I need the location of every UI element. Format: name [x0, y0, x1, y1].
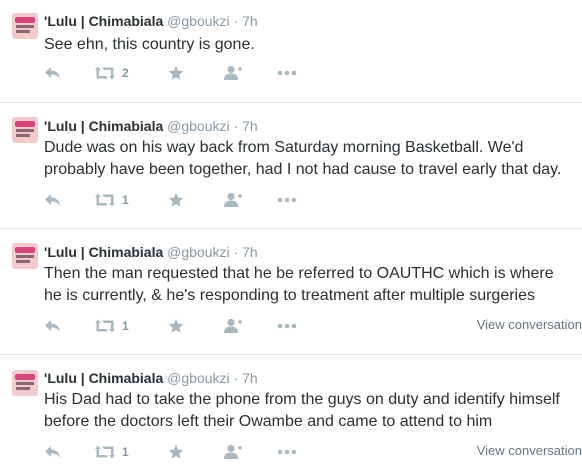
user-handle[interactable]: @gboukzi	[167, 118, 229, 134]
tweet-text: Then the man requested that he be referr…	[44, 265, 554, 304]
tweet-text: His Dad had to take the phone from the g…	[44, 391, 560, 430]
star-icon	[168, 318, 184, 333]
tweet[interactable]: 'Lulu | Chimabiala @gboukzi · 7h Dude wa…	[0, 102, 582, 228]
reply-icon	[45, 67, 60, 79]
view-conversation-link[interactable]: View conversation	[477, 443, 582, 458]
user-name[interactable]: 'Lulu | Chimabiala	[44, 13, 163, 29]
follow-icon	[224, 192, 242, 207]
user-name[interactable]: 'Lulu | Chimabiala	[44, 118, 163, 134]
retweet-icon	[95, 66, 115, 80]
follow-button[interactable]	[223, 442, 243, 462]
separator-dot: ·	[233, 118, 239, 134]
tweet-actions: 1 View conversation	[44, 442, 582, 462]
retweet-count: 1	[122, 193, 129, 207]
favorite-button[interactable]	[168, 190, 184, 210]
follow-button[interactable]	[223, 190, 243, 210]
retweet-button[interactable]: 1	[94, 442, 129, 462]
tweet-header: 'Lulu | Chimabiala @gboukzi · 7h	[44, 117, 258, 135]
tweet[interactable]: 'Lulu | Chimabiala @gboukzi · 7h Then th…	[0, 228, 582, 354]
tweet-actions: 1	[44, 190, 574, 210]
tweet-text: Dude was on his way back from Saturday m…	[44, 139, 562, 178]
separator-dot: ·	[233, 244, 239, 260]
retweet-icon	[95, 193, 115, 207]
retweet-button[interactable]: 1	[94, 190, 129, 210]
timestamp[interactable]: 7h	[242, 13, 258, 29]
more-icon	[277, 449, 297, 455]
follow-icon	[224, 318, 242, 333]
retweet-count: 1	[122, 319, 129, 333]
tweet-actions: 2	[44, 63, 574, 83]
avatar[interactable]	[12, 13, 38, 39]
retweet-icon	[95, 445, 115, 459]
tweet[interactable]: 'Lulu | Chimabiala @gboukzi · 7h See ehn…	[0, 0, 582, 102]
retweet-button[interactable]: 1	[94, 316, 129, 336]
reply-icon	[45, 194, 60, 206]
favorite-button[interactable]	[168, 63, 184, 83]
reply-button[interactable]	[44, 190, 62, 210]
retweet-button[interactable]: 2	[94, 63, 129, 83]
follow-button[interactable]	[223, 316, 243, 336]
favorite-button[interactable]	[168, 442, 184, 462]
star-icon	[168, 65, 184, 80]
follow-icon	[224, 444, 242, 459]
retweet-icon	[95, 319, 115, 333]
more-button[interactable]	[277, 190, 297, 210]
user-name[interactable]: 'Lulu | Chimabiala	[44, 244, 163, 260]
separator-dot: ·	[233, 370, 239, 386]
separator-dot: ·	[233, 13, 239, 29]
star-icon	[168, 444, 184, 459]
tweet-text: See ehn, this country is gone.	[44, 36, 255, 53]
tweet[interactable]: 'Lulu | Chimabiala @gboukzi · 7h His Dad…	[0, 354, 582, 475]
user-handle[interactable]: @gboukzi	[167, 244, 229, 260]
more-icon	[277, 197, 297, 203]
user-handle[interactable]: @gboukzi	[167, 13, 229, 29]
tweet-header: 'Lulu | Chimabiala @gboukzi · 7h	[44, 369, 258, 387]
favorite-button[interactable]	[168, 316, 184, 336]
more-button[interactable]	[277, 316, 297, 336]
user-name[interactable]: 'Lulu | Chimabiala	[44, 370, 163, 386]
follow-button[interactable]	[223, 63, 243, 83]
timestamp[interactable]: 7h	[242, 370, 258, 386]
more-button[interactable]	[277, 442, 297, 462]
timestamp[interactable]: 7h	[242, 244, 258, 260]
tweet-header: 'Lulu | Chimabiala @gboukzi · 7h	[44, 12, 258, 30]
star-icon	[168, 192, 184, 207]
more-icon	[277, 323, 297, 329]
reply-button[interactable]	[44, 316, 62, 336]
timestamp[interactable]: 7h	[242, 118, 258, 134]
more-button[interactable]	[277, 63, 297, 83]
retweet-count: 1	[122, 445, 129, 459]
tweet-actions: 1 View conversation	[44, 316, 582, 336]
retweet-count: 2	[122, 66, 129, 80]
view-conversation-link[interactable]: View conversation	[477, 317, 582, 332]
user-handle[interactable]: @gboukzi	[167, 370, 229, 386]
reply-icon	[45, 446, 60, 458]
reply-icon	[45, 320, 60, 332]
follow-icon	[224, 65, 242, 80]
tweet-header: 'Lulu | Chimabiala @gboukzi · 7h	[44, 243, 258, 261]
reply-button[interactable]	[44, 63, 62, 83]
reply-button[interactable]	[44, 442, 62, 462]
more-icon	[277, 70, 297, 76]
avatar[interactable]	[12, 243, 38, 269]
avatar[interactable]	[12, 370, 38, 396]
avatar[interactable]	[12, 117, 38, 143]
